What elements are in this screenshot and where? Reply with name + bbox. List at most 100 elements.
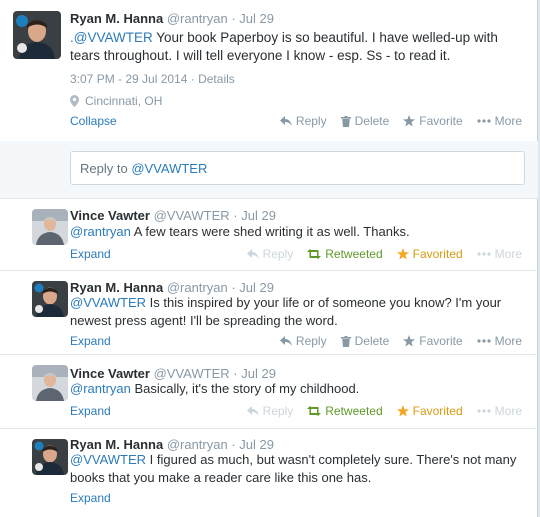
separator-dot: · [233,366,238,381]
reply-button[interactable]: Reply [246,247,294,261]
more-button[interactable]: More [477,404,522,418]
retweet-label: Retweeted [325,404,383,418]
expand-link[interactable]: Expand [70,491,111,505]
avatar-ryan[interactable] [13,11,61,59]
reply-label: Reply [295,114,327,128]
tweet-location[interactable]: Cincinnati, OH [85,94,162,108]
retweet-button[interactable]: Retweeted [307,247,383,261]
favorite-button[interactable]: Favorited [396,404,463,418]
tweet-conversation: Ryan M. Hanna @rantryan · Jul 29 .@VVAWT… [0,0,538,517]
trash-icon [340,335,351,347]
favorite-label: Favorite [419,334,463,348]
favorite-button[interactable]: Favorite [403,334,463,348]
reply-tweet[interactable]: Vince Vawter @VVAWTER · Jul 29 @rantryan… [0,355,538,429]
tweet-date[interactable]: Jul 29 [241,208,276,223]
tweet-date[interactable]: Jul 29 [239,437,274,452]
separator-dot: · [231,280,236,295]
more-dots-icon [477,119,491,123]
reply-input[interactable]: Reply to @VVAWTER [70,151,525,185]
more-label: More [494,114,522,128]
more-label: More [494,404,522,418]
reply-icon [279,116,292,126]
separator-dot: · [231,437,236,452]
reply-tweet[interactable]: Ryan M. Hanna @rantryan · Jul 29 @VVAWTE… [0,429,538,517]
author-handle[interactable]: @VVAWTER [154,208,230,223]
tweet-date[interactable]: Jul 29 [239,280,274,295]
delete-label: Delete [354,334,390,348]
separator-dot: · [190,72,195,86]
retweet-icon [307,406,322,416]
expand-link[interactable]: Expand [70,404,111,418]
reply-icon [246,249,259,259]
delete-button[interactable]: Delete [340,334,390,348]
more-button[interactable]: More [477,247,522,261]
location-pin-icon [70,95,79,107]
reply-button[interactable]: Reply [279,114,327,128]
separator-dot: · [231,11,236,26]
delete-button[interactable]: Delete [340,114,390,128]
more-button[interactable]: More [477,114,522,128]
favorite-label: Favorited [412,404,463,418]
more-dots-icon [477,339,491,343]
star-icon [403,115,416,127]
author-name[interactable]: Ryan M. Hanna [70,280,163,295]
avatar-vince[interactable] [32,365,68,401]
tweet-body: A few tears were shed writing it as well… [130,224,410,239]
reply-label: Reply [262,247,294,261]
reply-tweet[interactable]: Vince Vawter @VVAWTER · Jul 29 @rantryan… [0,199,538,271]
author-handle[interactable]: @rantryan [167,280,228,295]
tweet-timestamp[interactable]: 3:07 PM - 29 Jul 2014 [70,72,187,86]
tweet-text: @VVAWTER Is this inspired by your life o… [70,294,530,330]
more-dots-icon [477,409,491,413]
tweet-text: @rantryan A few tears were shed writing … [70,223,530,241]
tweet-text: @VVAWTER I figured as much, but wasn't c… [70,451,530,487]
mention-link[interactable]: @rantryan [70,224,131,239]
reply-prefix: Reply to [80,161,132,176]
favorite-label: Favorited [412,247,463,261]
retweet-icon [307,249,322,259]
retweet-button[interactable]: Retweeted [307,404,383,418]
tweet-text: .@VVAWTER Your book Paperboy is so beaut… [70,29,530,65]
mention-link[interactable]: @rantryan [70,381,131,396]
favorite-button[interactable]: Favorited [396,247,463,261]
trash-icon [340,115,351,127]
more-label: More [494,247,522,261]
reply-button[interactable]: Reply [246,404,293,418]
delete-label: Delete [354,114,390,128]
star-icon [396,405,409,417]
expand-link[interactable]: Expand [70,247,111,261]
tweet-body: Basically, it's the story of my childhoo… [130,381,360,396]
separator-dot: · [233,208,238,223]
author-handle[interactable]: @rantryan [167,437,228,452]
collapse-link[interactable]: Collapse [70,114,117,128]
more-dots-icon [477,252,491,256]
author-handle[interactable]: @VVAWTER [154,366,230,381]
star-icon [396,248,409,260]
author-handle[interactable]: @rantryan [167,11,228,26]
mention-link[interactable]: @VVAWTER [70,452,146,467]
avatar-vince[interactable] [32,209,68,245]
tweet-date[interactable]: Jul 29 [241,366,276,381]
mention-link[interactable]: .@VVAWTER [70,30,153,45]
author-name[interactable]: Ryan M. Hanna [70,437,163,452]
more-button[interactable]: More [477,334,522,348]
expand-link[interactable]: Expand [70,334,111,348]
avatar-ryan[interactable] [32,281,68,317]
favorite-button[interactable]: Favorite [403,114,463,128]
star-icon [403,335,416,347]
avatar-ryan[interactable] [32,439,68,475]
retweet-label: Retweeted [325,247,383,261]
author-name[interactable]: Ryan M. Hanna [70,11,163,26]
tweet-text: @rantryan Basically, it's the story of m… [70,380,530,398]
main-tweet: Ryan M. Hanna @rantryan · Jul 29 .@VVAWT… [0,0,538,141]
favorite-label: Favorite [419,114,463,128]
tweet-date[interactable]: Jul 29 [239,11,274,26]
reply-label: Reply [295,334,327,348]
author-name[interactable]: Vince Vawter [70,208,150,223]
reply-button[interactable]: Reply [279,334,327,348]
author-name[interactable]: Vince Vawter [70,366,150,381]
mention-link[interactable]: @VVAWTER [70,295,146,310]
reply-icon [279,336,292,346]
details-link[interactable]: Details [198,72,235,86]
reply-tweet[interactable]: Ryan M. Hanna @rantryan · Jul 29 @VVAWTE… [0,271,538,355]
